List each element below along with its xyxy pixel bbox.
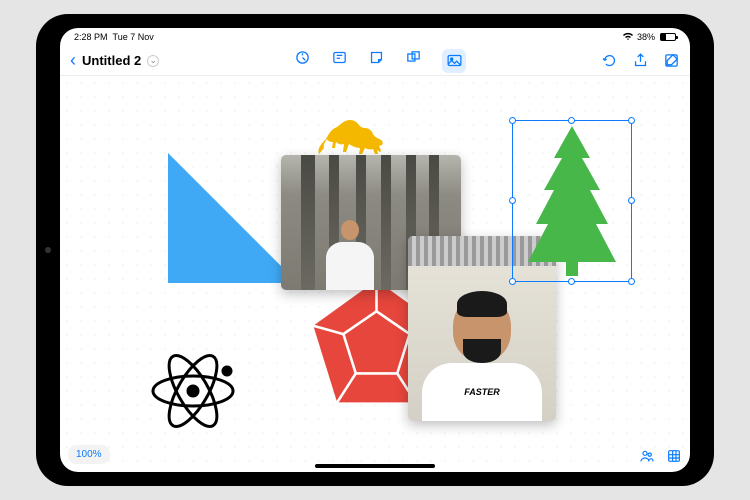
front-camera [45, 247, 51, 253]
selfie-subject: FASTER [422, 295, 542, 421]
zoom-indicator[interactable]: 100% [68, 445, 110, 464]
status-bar: 2:28 PM Tue 7 Nov 38% [60, 28, 690, 46]
screen: 2:28 PM Tue 7 Nov 38% ‹ Untitled 2 ⌄ [60, 28, 690, 472]
title-menu-icon[interactable]: ⌄ [147, 55, 159, 67]
battery-icon [660, 33, 676, 41]
photo-subject [326, 220, 374, 290]
resize-handle-bl[interactable] [509, 278, 516, 285]
clock: 2:28 PM [74, 32, 108, 42]
media-tool-icon[interactable] [442, 49, 466, 73]
resize-handle-tm[interactable] [568, 117, 575, 124]
text-tool-icon[interactable] [331, 49, 348, 66]
status-left: 2:28 PM Tue 7 Nov [74, 32, 154, 42]
resize-handle-mr[interactable] [628, 197, 635, 204]
atom-sticker[interactable] [148, 346, 238, 441]
resize-handle-tr[interactable] [628, 117, 635, 124]
undo-icon[interactable] [601, 52, 618, 69]
home-indicator[interactable] [315, 464, 435, 468]
grid-icon[interactable] [665, 447, 682, 464]
freeform-canvas[interactable]: FASTER 100% [60, 76, 690, 472]
toolbar-right [601, 52, 680, 69]
document-title[interactable]: Untitled 2 [82, 53, 141, 68]
sticky-tool-icon[interactable] [368, 49, 385, 66]
resize-handle-ml[interactable] [509, 197, 516, 204]
pen-tool-icon[interactable] [294, 49, 311, 66]
app-toolbar: ‹ Untitled 2 ⌄ [60, 46, 690, 76]
pine-tree-shape[interactable] [522, 124, 622, 284]
canvas-footer-tools [638, 447, 682, 464]
resize-handle-tl[interactable] [509, 117, 516, 124]
toolbar-left: ‹ Untitled 2 ⌄ [70, 50, 159, 71]
share-icon[interactable] [632, 52, 649, 69]
wifi-icon [622, 32, 634, 43]
status-right: 38% [622, 32, 676, 43]
collaborate-icon[interactable] [638, 447, 655, 464]
back-button[interactable]: ‹ [70, 50, 76, 71]
date: Tue 7 Nov [113, 32, 154, 42]
shape-tool-icon[interactable] [405, 49, 422, 66]
ipad-device-frame: 2:28 PM Tue 7 Nov 38% ‹ Untitled 2 ⌄ [36, 14, 714, 486]
toolbar-center [294, 49, 466, 73]
battery-percent: 38% [637, 32, 655, 42]
blue-triangle-shape[interactable] [168, 153, 298, 283]
shirt-text: FASTER [464, 387, 500, 397]
resize-handle-br[interactable] [628, 278, 635, 285]
compose-icon[interactable] [663, 52, 680, 69]
